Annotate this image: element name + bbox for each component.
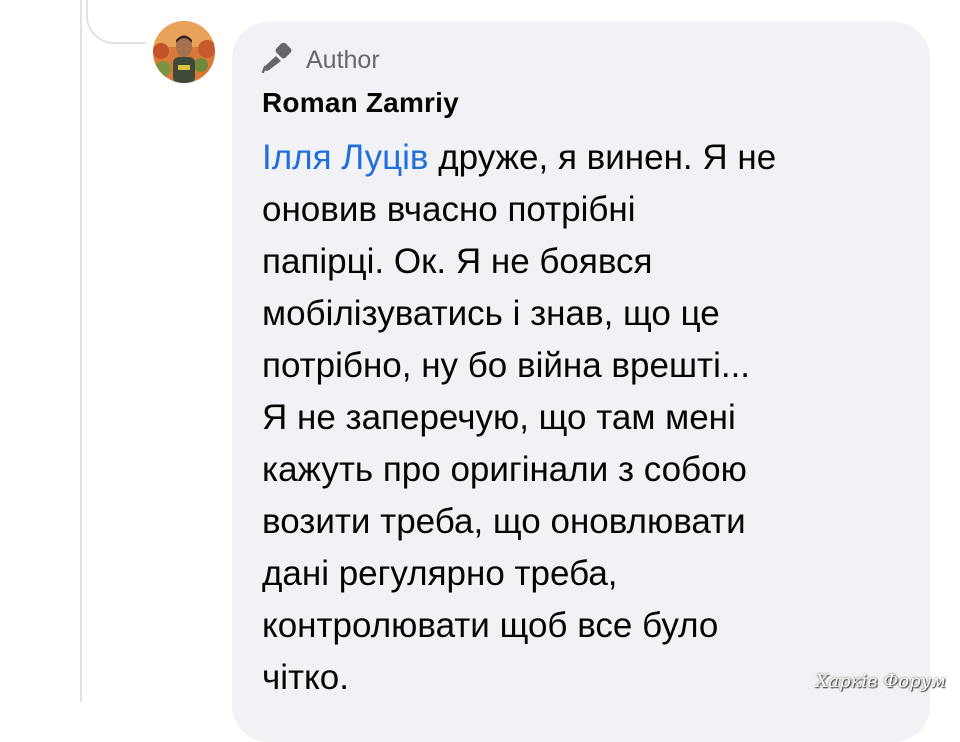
comment-text: Ілля Луців друже, я винен. Я не оновив в… bbox=[262, 132, 912, 704]
microphone-icon bbox=[261, 42, 296, 78]
avatar[interactable] bbox=[153, 21, 215, 83]
author-badge-label: Author bbox=[306, 45, 380, 74]
comment-line: мобілізуватись і знав, що це bbox=[262, 294, 720, 333]
comment-line: кажуть про оригінали з собою bbox=[262, 450, 747, 489]
comment-line: чітко. bbox=[262, 658, 349, 697]
comment-line: Я не заперечую, що там мені bbox=[262, 398, 736, 437]
thread-connector-line bbox=[80, 0, 82, 702]
author-name[interactable]: Roman Zamriy bbox=[262, 87, 459, 119]
comment-line: возити треба, що оновлювати bbox=[262, 502, 746, 541]
comment-line-text: друже, я винен. Я не bbox=[428, 138, 777, 177]
mention-link[interactable]: Ілля Луців bbox=[262, 138, 429, 177]
comment-line: Ілля Луців друже, я винен. Я не bbox=[262, 132, 912, 184]
comment-line: дані регулярно треба, bbox=[262, 554, 618, 593]
comment-line: потрібно, ну бо війна врешті... bbox=[262, 346, 751, 385]
comment-line: папірці. Ок. Я не боявся bbox=[262, 242, 653, 281]
comment-line: оновив вчасно потрібні bbox=[262, 190, 636, 229]
watermark: Харків Форум bbox=[815, 671, 946, 692]
comment-line: контролювати щоб все було bbox=[262, 606, 719, 645]
author-badge: Author bbox=[261, 42, 380, 78]
thread-connector-curve bbox=[86, 0, 146, 44]
